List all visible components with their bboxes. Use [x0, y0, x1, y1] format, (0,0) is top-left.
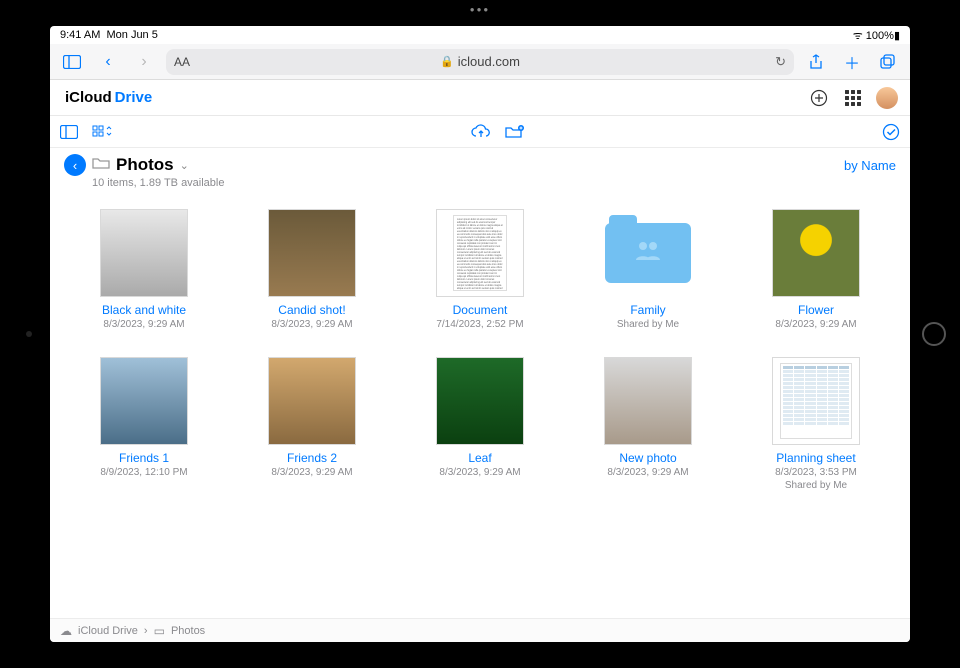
file-item[interactable]: Planning sheet8/3/2023, 3:53 PMShared by… [742, 357, 890, 492]
file-meta: 8/3/2023, 9:29 AM [439, 466, 520, 479]
drive-toolbar [50, 116, 910, 148]
file-item[interactable]: Lorem ipsum dolor sit amet consectetur a… [406, 209, 554, 331]
file-item[interactable]: Black and white8/3/2023, 9:29 AM [70, 209, 218, 331]
lock-icon: 🔒 [440, 55, 454, 68]
back-button[interactable]: ‹ [64, 154, 86, 176]
file-thumbnail[interactable] [772, 357, 860, 445]
folder-name[interactable]: Photos [116, 155, 174, 175]
new-tab-icon[interactable]: ＋ [838, 48, 866, 76]
url-text: icloud.com [458, 54, 520, 69]
file-name[interactable]: New photo [619, 451, 676, 465]
account-avatar[interactable] [876, 87, 898, 109]
file-meta: Shared by Me [617, 318, 679, 331]
file-name[interactable]: Friends 2 [287, 451, 337, 465]
file-item[interactable]: Flower8/3/2023, 9:29 AM [742, 209, 890, 331]
select-icon[interactable] [882, 123, 900, 141]
file-thumbnail[interactable] [268, 209, 356, 297]
file-name[interactable]: Family [630, 303, 665, 317]
file-meta: 8/9/2023, 12:10 PM [100, 466, 187, 479]
file-meta: 8/3/2023, 9:29 AM [775, 318, 856, 331]
file-thumbnail[interactable] [772, 209, 860, 297]
folder-small-icon: ▭ [154, 624, 165, 638]
breadcrumb-leaf[interactable]: Photos [171, 625, 205, 637]
file-name[interactable]: Document [453, 303, 508, 317]
file-meta-secondary: Shared by Me [785, 479, 847, 492]
file-thumbnail[interactable]: Lorem ipsum dolor sit amet consectetur a… [436, 209, 524, 297]
file-thumbnail[interactable] [604, 209, 692, 297]
file-meta: 8/3/2023, 9:29 AM [271, 318, 352, 331]
file-item[interactable]: New photo8/3/2023, 9:29 AM [574, 357, 722, 492]
file-thumbnail[interactable] [436, 357, 524, 445]
reload-icon[interactable]: ↻ [775, 54, 786, 70]
share-icon[interactable] [802, 48, 830, 76]
status-time: 9:41 AM [60, 29, 100, 41]
file-name[interactable]: Friends 1 [119, 451, 169, 465]
status-date: Mon Jun 5 [106, 29, 157, 41]
folder-subtitle: 10 items, 1.89 TB available [92, 177, 224, 189]
back-icon[interactable]: ‹ [94, 48, 122, 76]
battery-label: 100% [866, 30, 894, 42]
view-mode-icon[interactable] [92, 125, 114, 139]
app-header: iCloud Drive [50, 80, 910, 116]
folder-title-row: ‹ Photos ⌄ 10 items, 1.89 TB available b… [50, 148, 910, 191]
file-meta: 7/14/2023, 2:52 PM [436, 318, 523, 331]
cloud-icon: ☁ [60, 624, 72, 638]
file-meta: 8/3/2023, 9:29 AM [607, 466, 688, 479]
file-name[interactable]: Flower [798, 303, 834, 317]
tabs-icon[interactable] [874, 48, 902, 76]
safari-toolbar: ‹ › AA 🔒 icloud.com ↻ ＋ [50, 44, 910, 80]
breadcrumb-root[interactable]: iCloud Drive [78, 625, 138, 637]
battery-icon: ▮ [894, 30, 900, 42]
url-bar[interactable]: AA 🔒 icloud.com ↻ [166, 49, 794, 75]
file-name[interactable]: Leaf [468, 451, 491, 465]
file-thumbnail[interactable] [604, 357, 692, 445]
file-thumbnail[interactable] [100, 209, 188, 297]
forward-icon: › [130, 48, 158, 76]
folder-icon [92, 156, 110, 175]
file-item[interactable]: Leaf8/3/2023, 9:29 AM [406, 357, 554, 492]
file-name[interactable]: Candid shot! [278, 303, 345, 317]
file-meta: 8/3/2023, 9:29 AM [103, 318, 184, 331]
reader-aa-icon[interactable]: AA [174, 55, 190, 69]
sort-button[interactable]: by Name [844, 154, 896, 173]
upload-icon[interactable] [471, 124, 491, 140]
status-bar: 9:41 AM Mon Jun 5 ●●● ᯤ 100%▮ [50, 26, 910, 44]
file-name[interactable]: Black and white [102, 303, 186, 317]
file-name[interactable]: Planning sheet [776, 451, 855, 465]
file-item[interactable]: FamilyShared by Me [574, 209, 722, 331]
file-thumbnail[interactable] [268, 357, 356, 445]
file-item[interactable]: Candid shot!8/3/2023, 9:29 AM [238, 209, 386, 331]
brand-icloud: iCloud [65, 89, 112, 106]
add-icon[interactable] [808, 87, 830, 109]
file-meta: 8/3/2023, 9:29 AM [271, 466, 352, 479]
brand[interactable]: iCloud Drive [62, 89, 152, 106]
chevron-down-icon[interactable]: ⌄ [180, 159, 189, 172]
brand-drive: Drive [115, 89, 153, 106]
new-folder-icon[interactable] [505, 124, 525, 140]
file-thumbnail[interactable] [100, 357, 188, 445]
apps-grid-icon[interactable] [842, 87, 864, 109]
breadcrumb: ☁ iCloud Drive › ▭ Photos [50, 618, 910, 642]
file-meta: 8/3/2023, 3:53 PM [775, 466, 857, 479]
file-grid: Black and white8/3/2023, 9:29 AMCandid s… [50, 191, 910, 618]
wifi-icon: ᯤ [853, 30, 863, 42]
file-item[interactable]: Friends 18/9/2023, 12:10 PM [70, 357, 218, 492]
sidebar-toggle-icon[interactable] [58, 48, 86, 76]
file-item[interactable]: Friends 28/3/2023, 9:29 AM [238, 357, 386, 492]
view-sidebar-icon[interactable] [60, 125, 78, 139]
camera-dot [26, 331, 32, 337]
home-button[interactable] [922, 322, 946, 346]
